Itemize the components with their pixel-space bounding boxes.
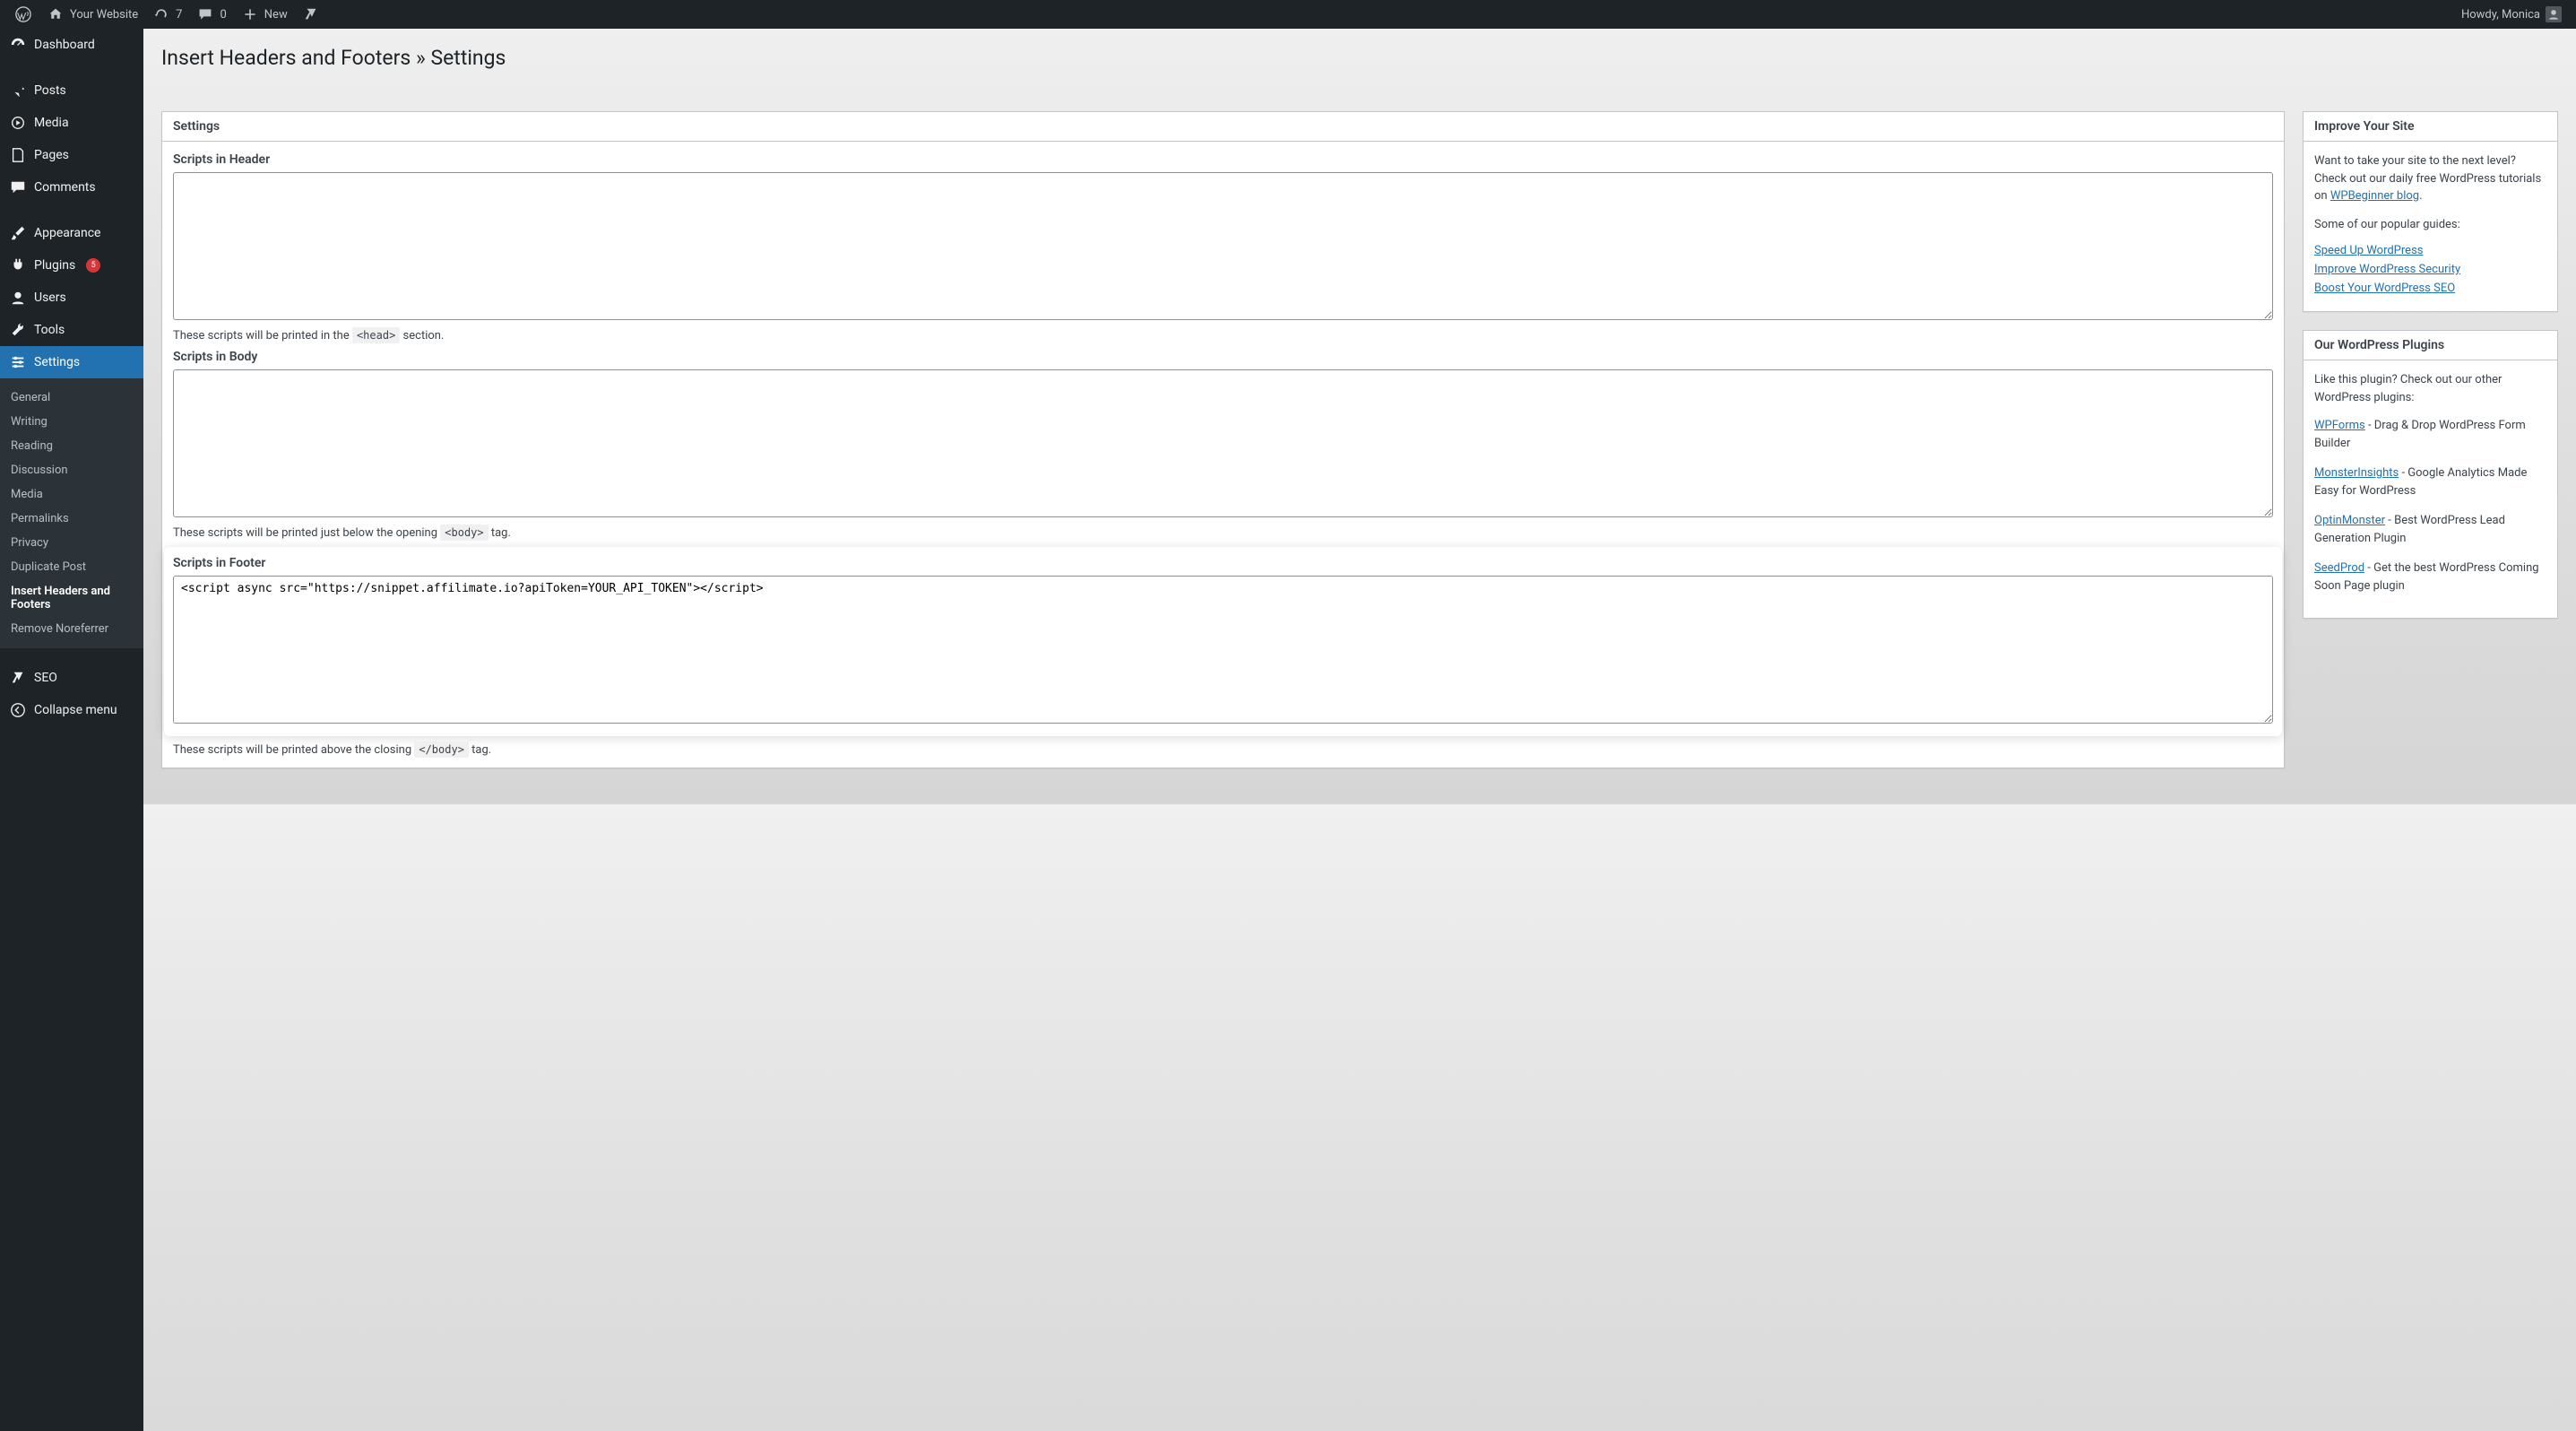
body-scripts-label: Scripts in Body: [173, 350, 2273, 364]
submenu-discussion[interactable]: Discussion: [0, 458, 143, 482]
submenu-reading[interactable]: Reading: [0, 434, 143, 458]
updates-count: 7: [176, 8, 182, 22]
wp-logo[interactable]: [7, 0, 39, 29]
yoast-link[interactable]: [295, 0, 327, 29]
our-plugins-title: Our WordPress Plugins: [2304, 331, 2557, 360]
comment-icon: [196, 5, 214, 23]
improve-site-box: Improve Your Site Want to take your site…: [2303, 111, 2558, 312]
plus-icon: [241, 5, 259, 23]
wrench-icon: [9, 321, 27, 339]
menu-dashboard[interactable]: Dashboard: [0, 29, 143, 61]
home-icon: [47, 5, 65, 23]
page-title: Insert Headers and Footers » Settings: [161, 38, 2558, 74]
collapse-icon: [9, 701, 27, 719]
menu-media[interactable]: Media: [0, 107, 143, 139]
new-label: New: [264, 8, 288, 22]
submenu-permalinks[interactable]: Permalinks: [0, 507, 143, 531]
submenu-insert-hf[interactable]: Insert Headers and Footers: [0, 579, 143, 617]
footer-scripts-group: Scripts in Footer: [173, 556, 2273, 727]
body-scripts-group: Scripts in Body These scripts will be pr…: [173, 350, 2273, 540]
our-plugins-box: Our WordPress Plugins Like this plugin? …: [2303, 330, 2558, 619]
media-icon: [9, 114, 27, 132]
submenu-general[interactable]: General: [0, 386, 143, 410]
menu-users[interactable]: Users: [0, 282, 143, 314]
wordpress-icon: [14, 5, 32, 23]
seedprod-link[interactable]: SeedProd: [2314, 561, 2364, 575]
comments-link[interactable]: 0: [189, 0, 233, 29]
footer-scripts-label: Scripts in Footer: [173, 556, 2273, 570]
optinmonster-link[interactable]: OptinMonster: [2314, 514, 2385, 527]
submenu-media[interactable]: Media: [0, 482, 143, 507]
wpbeginner-link[interactable]: WPBeginner blog: [2330, 189, 2419, 203]
brush-icon: [9, 224, 27, 242]
settings-panel-title: Settings: [162, 112, 2284, 142]
guides-heading: Some of our popular guides:: [2314, 216, 2546, 234]
plugins-intro: Like this plugin? Check out our other Wo…: [2314, 371, 2546, 406]
speed-up-link[interactable]: Speed Up WordPress: [2314, 244, 2423, 257]
plugin-icon: [9, 256, 27, 274]
admin-bar: Your Website 7 0 New Howdy,: [0, 0, 2576, 29]
pin-icon: [9, 82, 27, 100]
plugin-optinmonster: OptinMonster - Best WordPress Lead Gener…: [2314, 512, 2546, 547]
my-account[interactable]: Howdy, Monica: [2454, 0, 2569, 29]
page-icon: [9, 146, 27, 164]
menu-settings[interactable]: Settings: [0, 346, 143, 378]
improve-intro: Want to take your site to the next level…: [2314, 152, 2546, 205]
header-help-text: These scripts will be printed in the <he…: [173, 329, 2273, 343]
menu-posts[interactable]: Posts: [0, 74, 143, 107]
new-content-link[interactable]: New: [234, 0, 295, 29]
dashboard-icon: [9, 36, 27, 54]
avatar: [2546, 6, 2562, 22]
wpforms-link[interactable]: WPForms: [2314, 419, 2365, 432]
footer-help-text: These scripts will be printed above the …: [173, 743, 2273, 757]
admin-sidebar: Dashboard Posts Media Pages Comments App…: [0, 29, 143, 1431]
footer-scripts-input[interactable]: [173, 576, 2273, 724]
comments-count: 0: [220, 8, 226, 22]
submenu-remove-noreferrer[interactable]: Remove Noreferrer: [0, 617, 143, 641]
updates-link[interactable]: 7: [145, 0, 189, 29]
comment-icon: [9, 178, 27, 196]
howdy-text: Howdy, Monica: [2461, 8, 2540, 22]
improve-site-title: Improve Your Site: [2304, 112, 2557, 142]
menu-seo[interactable]: SEO: [0, 662, 143, 694]
settings-panel: Settings Scripts in Header These scripts…: [161, 111, 2285, 768]
submenu-privacy[interactable]: Privacy: [0, 531, 143, 555]
submenu-writing[interactable]: Writing: [0, 410, 143, 434]
site-name-text: Your Website: [70, 8, 138, 22]
site-name-link[interactable]: Your Website: [39, 0, 145, 29]
plugin-monsterinsights: MonsterInsights - Google Analytics Made …: [2314, 464, 2546, 499]
monsterinsights-link[interactable]: MonsterInsights: [2314, 466, 2399, 480]
plugin-seedprod: SeedProd - Get the best WordPress Coming…: [2314, 559, 2546, 594]
header-scripts-label: Scripts in Header: [173, 152, 2273, 167]
menu-comments[interactable]: Comments: [0, 171, 143, 204]
plugin-wpforms: WPForms - Drag & Drop WordPress Form Bui…: [2314, 417, 2546, 452]
body-scripts-input[interactable]: [173, 369, 2273, 517]
menu-plugins[interactable]: Plugins 5: [0, 249, 143, 282]
menu-pages[interactable]: Pages: [0, 139, 143, 171]
submenu-duplicate-post[interactable]: Duplicate Post: [0, 555, 143, 579]
settings-submenu: General Writing Reading Discussion Media…: [0, 378, 143, 648]
header-scripts-group: Scripts in Header These scripts will be …: [173, 152, 2273, 343]
user-icon: [9, 289, 27, 307]
plugins-update-badge: 5: [86, 258, 100, 273]
header-scripts-input[interactable]: [173, 172, 2273, 320]
security-link[interactable]: Improve WordPress Security: [2314, 263, 2460, 276]
menu-appearance[interactable]: Appearance: [0, 217, 143, 249]
settings-icon: [9, 353, 27, 371]
yoast-icon: [9, 669, 27, 687]
update-icon: [152, 5, 170, 23]
body-help-text: These scripts will be printed just below…: [173, 526, 2273, 540]
menu-tools[interactable]: Tools: [0, 314, 143, 346]
collapse-menu[interactable]: Collapse menu: [0, 694, 143, 726]
yoast-icon: [302, 5, 320, 23]
seo-boost-link[interactable]: Boost Your WordPress SEO: [2314, 282, 2455, 295]
